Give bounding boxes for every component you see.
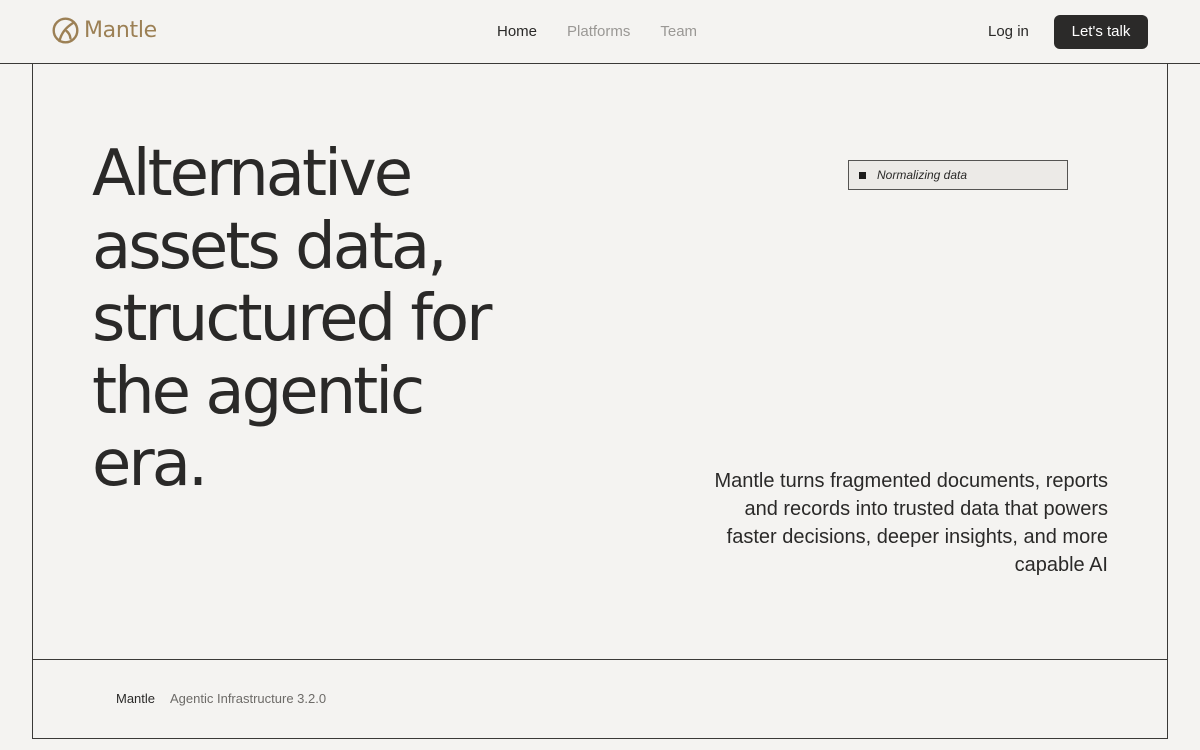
hero-title-line: structured for — [92, 282, 492, 356]
mantle-logo-icon — [52, 17, 79, 44]
footer-brand: Mantle — [116, 691, 156, 706]
status-text: Normalizing data — [877, 168, 968, 182]
logo-link[interactable]: Mantle — [52, 17, 157, 44]
status-square-icon — [859, 171, 866, 179]
nav-item-team[interactable]: Team — [660, 23, 697, 40]
login-link[interactable]: Log in — [988, 23, 1029, 40]
hero-title-line: era. — [92, 427, 208, 492]
hero-title-line: Alternative — [92, 138, 413, 211]
nav-item-home[interactable]: Home — [497, 23, 537, 40]
footer-divider — [33, 659, 1167, 660]
footer-version: Agentic Infrastructure 3.2.0 — [170, 691, 327, 706]
lets-talk-button[interactable]: Let's talk — [1054, 15, 1148, 49]
hero-description: Mantle turns fragmented documents, repor… — [714, 470, 1108, 576]
hero-title-line: assets data, — [92, 209, 448, 284]
logo-wordmark: Mantle — [84, 18, 157, 43]
main-nav: Home Platforms Team — [497, 23, 697, 40]
status-indicator: Normalizing data — [848, 160, 1068, 190]
nav-item-platforms[interactable]: Platforms — [567, 23, 630, 40]
site-header: Mantle Home Platforms Team Log in Let's … — [0, 0, 1200, 64]
hero-title-line: the agentic — [92, 354, 425, 429]
hero-title: Alternative assets data, structured for … — [92, 138, 652, 492]
